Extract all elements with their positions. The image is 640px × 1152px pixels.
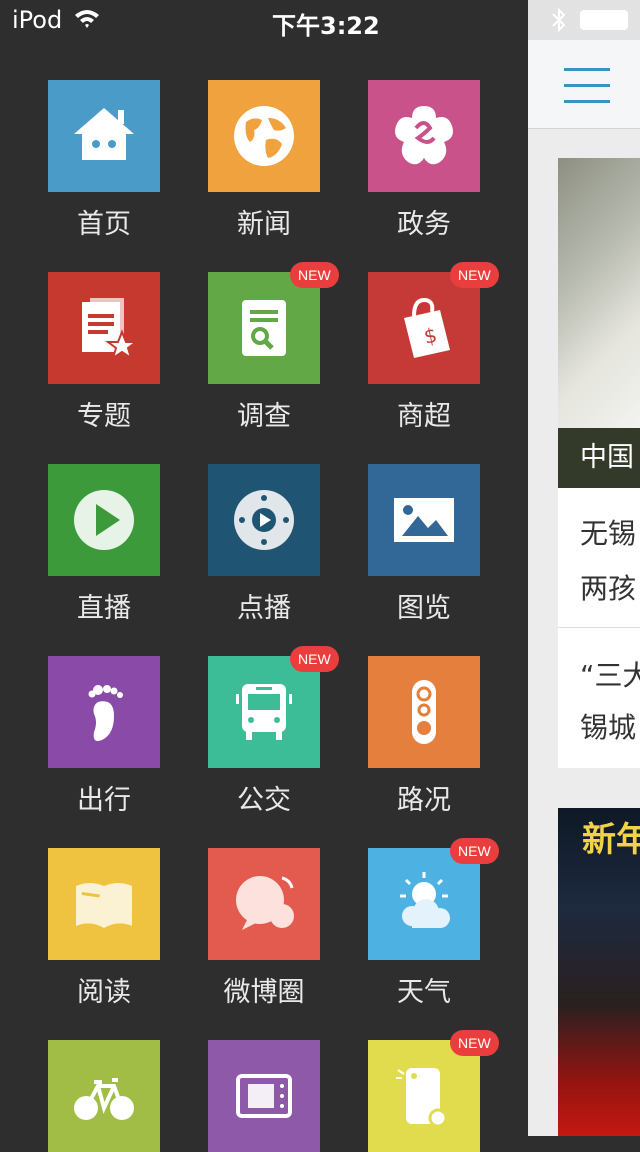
footprint-icon <box>88 685 123 741</box>
document-star-icon <box>82 298 139 361</box>
menu-tile[interactable]: $ <box>368 272 480 384</box>
menu-item-label[interactable]: 天气 <box>344 970 504 1009</box>
wifi-icon <box>75 10 99 28</box>
menu-tile[interactable] <box>368 464 480 576</box>
menu-tile[interactable] <box>208 464 320 576</box>
menu-item-label[interactable]: 政务 <box>344 202 504 241</box>
play-icon <box>74 490 134 550</box>
status-bar-right <box>528 0 640 40</box>
new-badge: NEW <box>450 262 499 288</box>
banner-text: 新年 <box>582 820 640 860</box>
new-badge: NEW <box>290 262 339 288</box>
ticket-icon <box>236 1074 292 1118</box>
carrier-label: iPod <box>12 6 63 34</box>
menu-item-label[interactable]: 公交 <box>184 778 344 817</box>
top-bar <box>528 40 640 129</box>
book-icon <box>76 883 132 928</box>
picture-icon <box>394 498 454 542</box>
bicycle-icon <box>74 1078 134 1120</box>
flower-icon <box>395 106 453 165</box>
menu-tile[interactable] <box>368 80 480 192</box>
headline-photo[interactable] <box>558 158 640 428</box>
chat-bubble-icon <box>236 876 294 930</box>
menu-tile[interactable] <box>48 1040 160 1152</box>
news-item-2-line1[interactable]: “三大 <box>580 650 640 702</box>
shopping-bag-icon: $ <box>404 297 450 358</box>
video-dial-icon <box>234 490 294 550</box>
divider <box>558 627 640 628</box>
battery-icon <box>580 10 628 30</box>
news-card[interactable]: 中国 无锡 两孩 “三大 锡城 <box>558 158 640 768</box>
main-content-peek: 中国 无锡 两孩 “三大 锡城 新年 <box>528 40 640 1136</box>
menu-tile[interactable] <box>208 272 320 384</box>
menu-tile[interactable] <box>48 848 160 960</box>
menu-tile[interactable] <box>208 848 320 960</box>
menu-tile[interactable] <box>48 272 160 384</box>
menu-tile[interactable] <box>48 80 160 192</box>
news-item-2-line2[interactable]: 锡城 <box>580 702 636 754</box>
news-item-1-line2[interactable]: 两孩 <box>580 563 636 615</box>
promo-banner[interactable]: 新年 <box>558 808 640 1136</box>
phone-icon <box>396 1068 448 1128</box>
menu-item-label[interactable]: 图览 <box>344 586 504 625</box>
menu-item-label[interactable]: 首页 <box>24 202 184 241</box>
photo-caption: 中国 <box>558 428 640 488</box>
bluetooth-icon <box>552 7 566 33</box>
globe-icon <box>234 106 294 166</box>
bus-icon <box>236 684 292 740</box>
menu-item-label[interactable]: 调查 <box>184 394 344 433</box>
menu-item-label[interactable]: 新闻 <box>184 202 344 241</box>
status-time: 下午3:22 <box>272 12 380 40</box>
new-badge: NEW <box>450 1030 499 1056</box>
traffic-light-icon <box>412 680 436 744</box>
new-badge: NEW <box>290 646 339 672</box>
menu-tile[interactable] <box>208 80 320 192</box>
new-badge: NEW <box>450 838 499 864</box>
menu-tile[interactable] <box>368 848 480 960</box>
menu-item-label[interactable]: 微博圈 <box>184 970 344 1009</box>
menu-tile[interactable] <box>208 1040 320 1152</box>
weather-icon <box>400 872 450 928</box>
status-bar: iPod 下午3:22 <box>0 0 528 40</box>
hamburger-menu-icon[interactable] <box>564 68 610 103</box>
menu-item-label[interactable]: 阅读 <box>24 970 184 1009</box>
document-search-icon <box>242 300 286 356</box>
menu-item-label[interactable]: 直播 <box>24 586 184 625</box>
menu-item-label[interactable]: 商超 <box>344 394 504 433</box>
home-icon <box>74 108 134 160</box>
menu-item-label[interactable]: 专题 <box>24 394 184 433</box>
menu-tile[interactable] <box>208 656 320 768</box>
menu-tile[interactable] <box>368 1040 480 1152</box>
menu-tile[interactable] <box>368 656 480 768</box>
menu-item-label[interactable]: 路况 <box>344 778 504 817</box>
menu-item-label[interactable]: 出行 <box>24 778 184 817</box>
menu-grid: 首页 新闻 政务 专题 调查 NEW $ 商超 NEW 直播 点播 图览 出行 公交 NEW 路况 阅读 微博圈天… <box>0 40 528 1152</box>
menu-item-label[interactable]: 点播 <box>184 586 344 625</box>
menu-tile[interactable] <box>48 656 160 768</box>
news-item-1-line1[interactable]: 无锡 <box>580 508 636 560</box>
menu-tile[interactable] <box>48 464 160 576</box>
